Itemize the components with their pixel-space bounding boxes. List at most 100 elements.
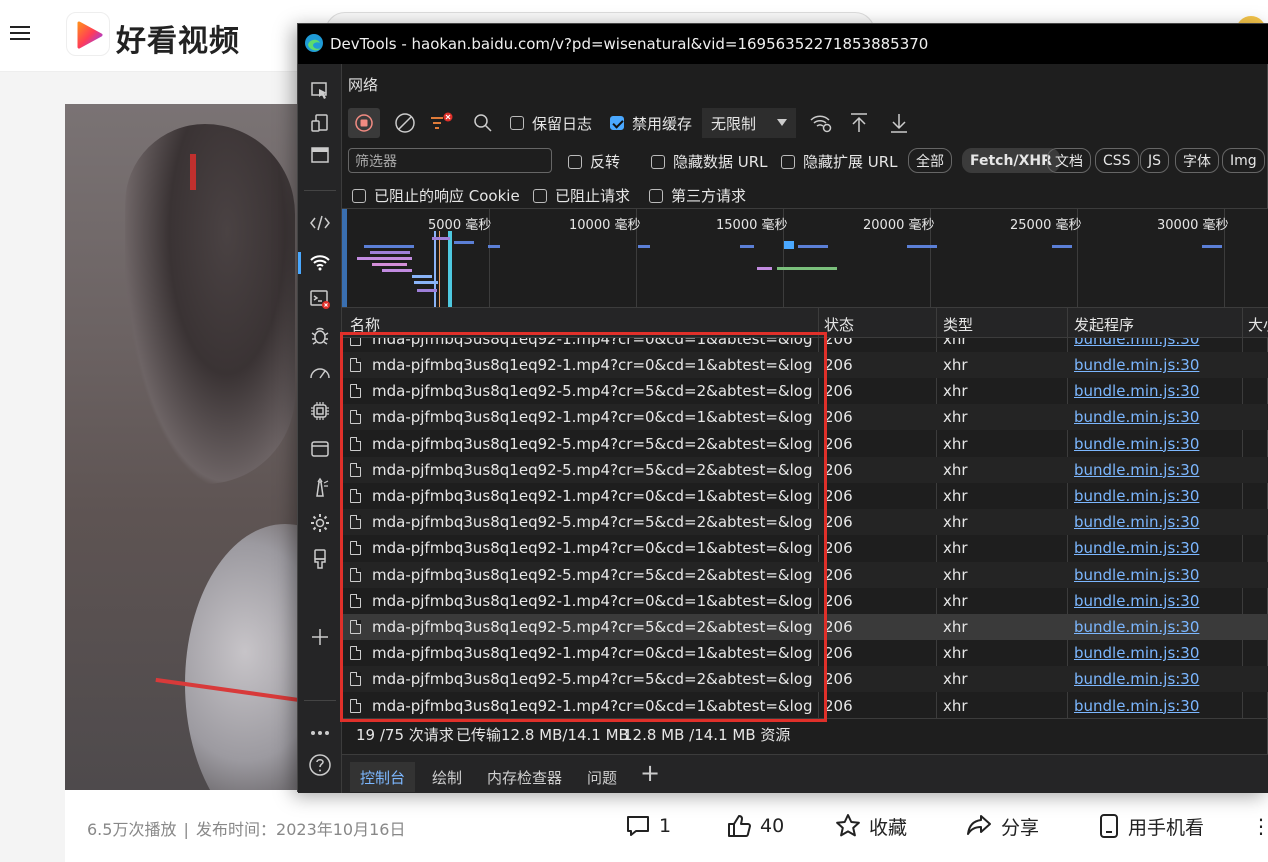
device-toolbar-icon[interactable] <box>307 110 333 136</box>
collect-button[interactable]: 收藏 <box>835 812 907 840</box>
preserve-log-checkbox[interactable]: 保留日志 <box>510 108 592 138</box>
hide-data-url-checkbox[interactable]: 隐藏数据 URL <box>651 151 768 172</box>
help-icon[interactable] <box>307 752 333 778</box>
request-initiator-link[interactable]: bundle.min.js:30 <box>1074 513 1199 531</box>
table-row[interactable]: mda-pjfmbq3us8q1eq92-5.mp4?cr=5&cd=2&abt… <box>342 431 1268 457</box>
menu-icon[interactable] <box>10 22 30 44</box>
timeline-range-handle[interactable] <box>342 209 347 307</box>
table-row[interactable]: mda-pjfmbq3us8q1eq92-5.mp4?cr=5&cd=2&abt… <box>342 561 1268 588</box>
drawer-tab-rendering[interactable]: 绘制 <box>422 762 472 792</box>
comment-button[interactable]: 1 <box>625 812 671 840</box>
table-row[interactable]: mda-pjfmbq3us8q1eq92-1.mp4?cr=0&cd=1&abt… <box>342 588 1268 614</box>
more-icon[interactable]: ⋮ <box>1251 814 1268 838</box>
video-player[interactable] <box>65 104 298 790</box>
devtools-titlebar[interactable]: DevTools - haokan.baidu.com/v?pd=wisenat… <box>298 24 1268 64</box>
like-button[interactable]: 40 <box>726 812 784 840</box>
add-tool-plus-icon[interactable] <box>307 624 333 650</box>
table-row[interactable]: mda-pjfmbq3us8q1eq92-1.mp4?cr=0&cd=1&abt… <box>342 352 1268 378</box>
disable-cache-box[interactable] <box>610 116 624 130</box>
memory-chip-icon[interactable] <box>307 398 333 424</box>
type-filter-img[interactable]: Img <box>1222 148 1265 173</box>
lighthouse-icon[interactable] <box>307 474 333 500</box>
type-filter-all[interactable]: 全部 <box>908 148 952 173</box>
table-row[interactable]: mda-pjfmbq3us8q1eq92-5.mp4?cr=5&cd=2&abt… <box>342 614 1268 640</box>
more-tools-icon[interactable] <box>307 720 333 746</box>
column-size[interactable]: 大小 <box>1248 314 1268 335</box>
type-filter-css[interactable]: CSS <box>1095 148 1139 173</box>
inspect-element-icon[interactable] <box>307 78 333 104</box>
request-initiator-link[interactable]: bundle.min.js:30 <box>1074 566 1199 584</box>
blocked-cookies-checkbox[interactable]: 已阻止的响应 Cookie <box>352 185 520 206</box>
blocked-cookies-box[interactable] <box>352 188 366 203</box>
record-button[interactable] <box>348 108 380 138</box>
disable-cache-checkbox[interactable]: 禁用缓存 <box>610 108 692 138</box>
hide-ext-url-checkbox[interactable]: 隐藏扩展 URL <box>781 151 898 172</box>
request-initiator-link[interactable]: bundle.min.js:30 <box>1074 618 1199 636</box>
drawer-tab-issues[interactable]: 问题 <box>577 762 627 792</box>
export-har-button[interactable] <box>886 108 912 138</box>
request-initiator-link[interactable]: bundle.min.js:30 <box>1074 670 1199 688</box>
application-window-icon[interactable] <box>307 436 333 462</box>
clear-button[interactable] <box>392 108 418 138</box>
table-row[interactable]: mda-pjfmbq3us8q1eq92-5.mp4?cr=5&cd=2&abt… <box>342 666 1268 693</box>
preserve-log-box[interactable] <box>510 116 524 130</box>
paint-brush-icon[interactable] <box>307 546 333 572</box>
table-row[interactable]: mda-pjfmbq3us8q1eq92-1.mp4?cr=0&cd=1&abt… <box>342 404 1268 431</box>
phone-watch-button[interactable]: 用手机看 <box>1098 812 1204 840</box>
column-status[interactable]: 状态 <box>824 314 854 335</box>
type-filter-fetch-xhr[interactable]: Fetch/XHR <box>962 148 1060 173</box>
network-overview-timeline[interactable]: 5000 毫秒 10000 毫秒 15000 毫秒 20000 毫秒 25000… <box>342 208 1268 308</box>
request-initiator-link[interactable]: bundle.min.js:30 <box>1074 644 1199 662</box>
import-har-button[interactable] <box>846 108 872 138</box>
table-row[interactable]: mda-pjfmbq3us8q1eq92-1.mp4?cr=0&cd=1&abt… <box>342 693 1268 718</box>
request-initiator-link[interactable]: bundle.min.js:30 <box>1074 435 1199 453</box>
hide-ext-url-box[interactable] <box>781 154 795 169</box>
request-initiator-link[interactable]: bundle.min.js:30 <box>1074 408 1199 426</box>
type-filter-font[interactable]: 字体 <box>1175 148 1219 173</box>
table-row[interactable]: mda-pjfmbq3us8q1eq92-5.mp4?cr=5&cd=2&abt… <box>342 456 1268 483</box>
type-filter-doc[interactable]: 文档 <box>1047 148 1091 173</box>
bug-icon[interactable] <box>307 322 333 348</box>
table-row[interactable]: mda-pjfmbq3us8q1eq92-1.mp4?cr=0&cd=1&abt… <box>342 483 1268 509</box>
performance-gauge-icon[interactable] <box>307 360 333 386</box>
column-type[interactable]: 类型 <box>943 314 973 335</box>
haokan-logo[interactable] <box>66 12 110 56</box>
search-button[interactable] <box>470 108 496 138</box>
table-row[interactable]: mda-pjfmbq3us8q1eq92-5.mp4?cr=5&cd=2&abt… <box>342 378 1268 404</box>
request-initiator-link[interactable]: bundle.min.js:30 <box>1074 461 1199 479</box>
filter-input[interactable]: 筛选器 <box>348 148 552 173</box>
type-filter-js[interactable]: JS <box>1140 148 1170 173</box>
filter-toggle-button[interactable] <box>426 108 458 138</box>
column-name[interactable]: 名称 <box>350 314 380 335</box>
settings-gear-icon[interactable] <box>307 510 333 536</box>
drawer-tab-console[interactable]: 控制台 <box>350 762 416 792</box>
site-name[interactable]: 好看视频 <box>116 16 240 60</box>
invert-box[interactable] <box>568 154 582 169</box>
request-initiator-link[interactable]: bundle.min.js:30 <box>1074 487 1199 505</box>
table-row[interactable]: mda-pjfmbq3us8q1eq92-1.mp4?cr=0&cd=1&abt… <box>342 338 1268 352</box>
drawer-tab-memory-inspector[interactable]: 内存检查器 <box>477 762 572 792</box>
blocked-requests-box[interactable] <box>533 188 547 203</box>
drawer-add-tab-icon[interactable]: + <box>640 759 660 787</box>
throttle-select[interactable]: 无限制 <box>702 108 796 138</box>
hide-data-url-box[interactable] <box>651 154 665 169</box>
table-row[interactable]: mda-pjfmbq3us8q1eq92-5.mp4?cr=5&cd=2&abt… <box>342 509 1268 536</box>
request-initiator-link[interactable]: bundle.min.js:30 <box>1074 697 1199 715</box>
third-party-box[interactable] <box>649 188 663 203</box>
column-initiator[interactable]: 发起程序 <box>1074 314 1134 335</box>
invert-checkbox[interactable]: 反转 <box>568 151 620 172</box>
browser-window-icon[interactable] <box>307 142 333 168</box>
share-button[interactable]: 分享 <box>965 812 1039 840</box>
network-panel-title[interactable]: 网络 <box>348 74 378 95</box>
network-wifi-icon[interactable] <box>298 250 333 276</box>
elements-icon[interactable] <box>307 210 333 236</box>
network-conditions-button[interactable] <box>808 108 834 138</box>
table-row[interactable]: mda-pjfmbq3us8q1eq92-1.mp4?cr=0&cd=1&abt… <box>342 640 1268 666</box>
blocked-requests-checkbox[interactable]: 已阻止请求 <box>533 185 630 206</box>
request-initiator-link[interactable]: bundle.min.js:30 <box>1074 539 1199 557</box>
request-initiator-link[interactable]: bundle.min.js:30 <box>1074 338 1199 348</box>
third-party-checkbox[interactable]: 第三方请求 <box>649 185 746 206</box>
request-initiator-link[interactable]: bundle.min.js:30 <box>1074 382 1199 400</box>
request-initiator-link[interactable]: bundle.min.js:30 <box>1074 356 1199 374</box>
console-error-icon[interactable] <box>307 286 333 312</box>
